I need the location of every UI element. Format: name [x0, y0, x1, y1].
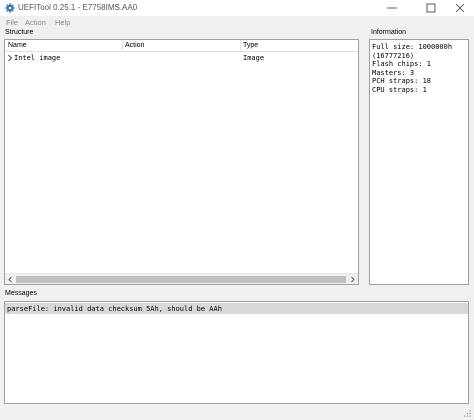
tree-row[interactable]: Intel image Image	[5, 53, 358, 64]
title-bar: UEFITool 0.25.1 - E7758IMS.AA0	[0, 0, 474, 16]
menu-action[interactable]: Action	[25, 18, 46, 27]
column-divider[interactable]	[240, 40, 241, 52]
info-masters: Masters: 3	[372, 68, 415, 77]
info-full-size: Full size: 1000000h	[372, 43, 453, 51]
information-label: Information	[371, 29, 407, 36]
message-item[interactable]: parseFile: invalid data checksum 5Ah, sh…	[5, 303, 468, 314]
message-text: parseFile: invalid data checksum 5Ah, sh…	[7, 305, 222, 313]
column-header-name[interactable]: Name	[8, 42, 27, 49]
tree-header: Name Action Type	[5, 40, 358, 52]
horizontal-scrollbar[interactable]	[5, 273, 358, 284]
structure-label: Structure	[5, 29, 34, 36]
scrollbar-thumb[interactable]	[16, 276, 346, 283]
information-panel[interactable]: Full size: 1000000h (16777216) Flash chi…	[369, 39, 469, 285]
tree-row-type: Image	[243, 54, 265, 62]
close-button[interactable]	[442, 0, 474, 16]
info-flash-chips: Flash chips: 1	[372, 60, 432, 68]
column-header-action[interactable]: Action	[125, 42, 144, 49]
structure-tree[interactable]: Name Action Type Intel image Image	[4, 39, 359, 285]
status-bar	[0, 405, 474, 420]
messages-list[interactable]: parseFile: invalid data checksum 5Ah, sh…	[4, 301, 469, 404]
scroll-left-icon[interactable]	[7, 276, 14, 283]
tree-row-name: Intel image	[14, 54, 61, 62]
resize-grip-icon[interactable]	[462, 408, 472, 418]
info-cpu-straps: CPU straps: 1	[372, 85, 427, 94]
chevron-right-icon[interactable]	[7, 54, 13, 62]
column-header-type[interactable]: Type	[243, 42, 258, 49]
window-title: UEFITool 0.25.1 - E7758IMS.AA0	[18, 3, 138, 12]
column-divider[interactable]	[122, 40, 123, 52]
menu-file[interactable]: File	[6, 18, 18, 27]
close-icon	[455, 3, 465, 13]
gear-icon	[5, 3, 15, 13]
messages-label: Messages	[5, 290, 37, 297]
minimize-button[interactable]	[374, 0, 410, 16]
menu-help[interactable]: Help	[55, 18, 70, 27]
minimize-icon	[387, 7, 397, 9]
info-full-size-decimal: (16777216)	[372, 51, 415, 60]
info-pch-straps: PCH straps: 18	[372, 77, 432, 85]
menu-bar: File Action Help	[0, 16, 474, 29]
maximize-icon	[426, 3, 436, 13]
scroll-right-icon[interactable]	[349, 276, 356, 283]
